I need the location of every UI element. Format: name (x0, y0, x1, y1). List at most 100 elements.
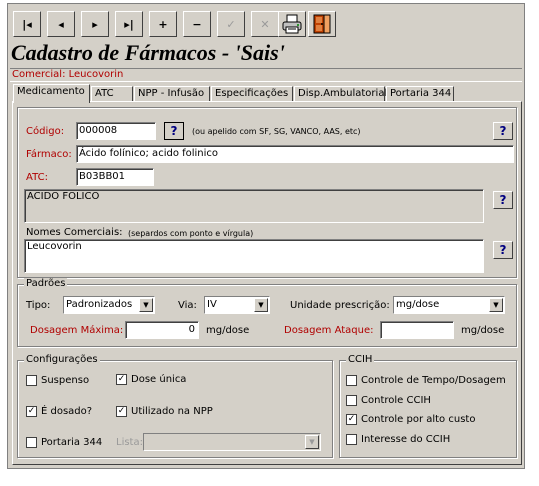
unidade-select[interactable]: mg/dose ▼ (393, 296, 505, 314)
checkbox-box (26, 437, 37, 448)
atc-help-button[interactable]: ? (493, 191, 513, 209)
x-icon: ✕ (260, 17, 270, 31)
configuracoes-title: Configurações (24, 354, 100, 365)
print-button[interactable] (278, 11, 306, 37)
codigo-lookup-button[interactable]: ? (164, 122, 184, 140)
codigo-help-button[interactable]: ? (493, 122, 513, 140)
unidade-label: Unidade prescrição: (290, 300, 390, 311)
lista-select[interactable]: ▼ (143, 433, 321, 451)
chevron-down-icon: ▼ (489, 298, 503, 312)
suspenso-label: Suspenso (41, 375, 90, 386)
controle-custo-checkbox[interactable]: ✓ Controle por alto custo (346, 414, 475, 425)
last-icon: ▸| (124, 17, 134, 31)
next-icon: ▸ (92, 17, 98, 31)
e-dosado-checkbox[interactable]: ✓ É dosado? (26, 406, 92, 417)
check-icon: ✓ (116, 374, 127, 385)
nomes-comerciais-hint: (separdos com ponto e vírgula) (128, 229, 254, 238)
commercial-name-bar: Comercial: Leucovorin (10, 68, 522, 82)
question-icon: ? (499, 193, 507, 207)
chevron-down-icon: ▼ (254, 298, 268, 312)
exit-button[interactable] (308, 11, 336, 37)
e-dosado-label: É dosado? (41, 406, 93, 417)
dose-unica-label: Dose única (131, 374, 187, 385)
chevron-down-icon: ▼ (139, 298, 153, 312)
plus-icon: + (158, 17, 168, 31)
controle-tempo-label: Controle de Tempo/Dosagem (361, 375, 506, 386)
ccih-title: CCIH (346, 354, 375, 365)
question-icon: ? (170, 124, 178, 138)
controle-tempo-checkbox[interactable]: Controle de Tempo/Dosagem (346, 375, 506, 386)
check-icon: ✓ (226, 17, 236, 31)
first-record-button[interactable]: |◂ (13, 11, 41, 37)
minus-icon: − (192, 17, 202, 31)
interesse-ccih-checkbox[interactable]: Interesse do CCIH (346, 434, 450, 445)
delete-record-button[interactable]: − (183, 11, 211, 37)
drug-info-group: Código: 000008 ? (ou apelido com SF, SG,… (17, 107, 517, 278)
first-icon: |◂ (22, 17, 32, 31)
printer-icon (282, 14, 302, 34)
check-icon: ✓ (26, 406, 37, 417)
lista-label: Lista: (116, 437, 143, 448)
dose-unica-checkbox[interactable]: ✓ Dose única (116, 374, 186, 385)
form-window: |◂ ◂ ▸ ▸| + − ✓ ✕ Cadastro de Fármacos -… (7, 3, 525, 469)
tab-disp-ambulatorial[interactable]: Disp.Ambulatorial (294, 86, 387, 102)
ccih-group: CCIH Controle de Tempo/Dosagem Controle … (339, 354, 517, 458)
check-icon: ✓ (116, 406, 127, 417)
prev-icon: ◂ (58, 17, 64, 31)
next-record-button[interactable]: ▸ (81, 11, 109, 37)
nomes-comerciais-input[interactable]: Leucovorin (24, 239, 484, 273)
dosagem-maxima-input[interactable]: 0 (125, 321, 199, 339)
via-label: Via: (178, 300, 197, 311)
tipo-label: Tipo: (26, 300, 51, 311)
tab-especificacoes[interactable]: Especificações (211, 86, 293, 102)
check-icon: ✓ (346, 414, 357, 425)
add-record-button[interactable]: + (149, 11, 177, 37)
question-icon: ? (499, 124, 507, 138)
utilizado-npp-label: Utilizado na NPP (131, 406, 213, 417)
dosagem-ataque-input[interactable] (380, 321, 454, 339)
tab-atc[interactable]: ATC (91, 86, 133, 102)
checkbox-box (346, 395, 357, 406)
unidade-value: mg/dose (396, 299, 440, 310)
suspenso-checkbox[interactable]: Suspenso (26, 375, 89, 386)
tipo-select[interactable]: Padronizados ▼ (63, 296, 155, 314)
atc-description-field: ACIDO FOLICO (24, 189, 484, 223)
codigo-input[interactable]: 000008 (76, 122, 156, 140)
configuracoes-group: Configurações Suspenso ✓ Dose única ✓ É do… (17, 354, 333, 458)
via-value: IV (207, 299, 217, 310)
controle-custo-label: Controle por alto custo (361, 414, 476, 425)
tab-portaria-344[interactable]: Portaria 344 (386, 86, 454, 102)
cancel-button[interactable]: ✕ (251, 11, 279, 37)
confirm-button[interactable]: ✓ (217, 11, 245, 37)
atc-input[interactable]: B03BB01 (76, 168, 154, 186)
padroes-group: Padrões Tipo: Padronizados ▼ Via: IV ▼ Uni… (17, 278, 517, 347)
dosagem-maxima-label: Dosagem Máxima: (30, 325, 124, 336)
door-exit-icon (313, 14, 331, 34)
tab-npp-infusao[interactable]: NPP - Infusão (134, 86, 210, 102)
chevron-down-icon: ▼ (305, 435, 319, 449)
farmaco-label: Fármaco: (26, 149, 72, 160)
dosagem-ataque-unit: mg/dose (461, 325, 505, 336)
dosagem-ataque-label: Dosagem Ataque: (284, 325, 374, 336)
nomes-help-button[interactable]: ? (493, 241, 513, 259)
medicamento-panel: Código: 000008 ? (ou apelido com SF, SG,… (12, 101, 522, 465)
utilizado-npp-checkbox[interactable]: ✓ Utilizado na NPP (116, 406, 213, 417)
controle-ccih-label: Controle CCIH (361, 395, 431, 406)
controle-ccih-checkbox[interactable]: Controle CCIH (346, 395, 431, 406)
checkbox-box (346, 375, 357, 386)
tab-medicamento[interactable]: Medicamento (13, 84, 90, 103)
last-record-button[interactable]: ▸| (115, 11, 143, 37)
tipo-value: Padronizados (66, 299, 133, 310)
codigo-hint: (ou apelido com SF, SG, VANCO, AAS, etc) (192, 127, 361, 136)
farmaco-input[interactable]: Ácido folínico; acido folinico (76, 145, 514, 163)
portaria-344-checkbox[interactable]: Portaria 344 (26, 437, 102, 448)
padroes-title: Padrões (24, 278, 68, 289)
codigo-label: Código: (26, 126, 65, 137)
atc-label: ATC: (26, 172, 48, 183)
prev-record-button[interactable]: ◂ (47, 11, 75, 37)
portaria-344-label: Portaria 344 (41, 437, 103, 448)
form-title: Cadastro de Fármacos - 'Sais' (11, 40, 285, 65)
checkbox-box (26, 375, 37, 386)
via-select[interactable]: IV ▼ (204, 296, 270, 314)
checkbox-box (346, 434, 357, 445)
